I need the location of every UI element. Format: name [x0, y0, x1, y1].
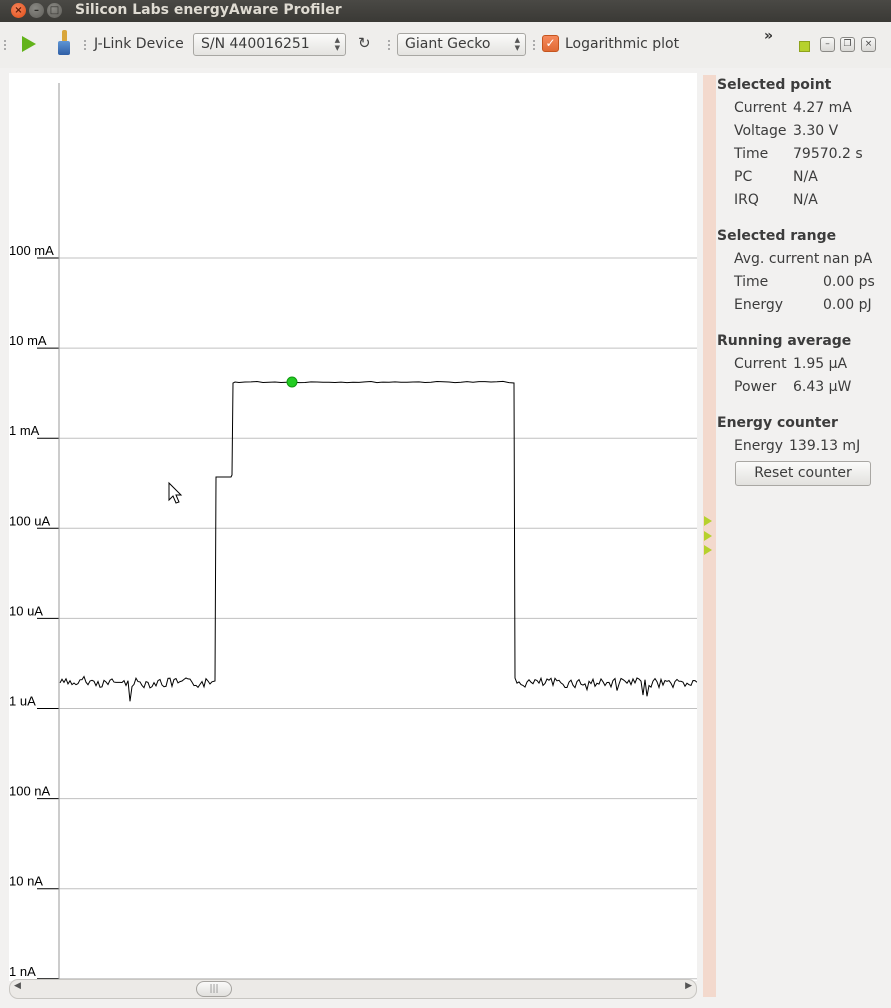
- toolbar-grip[interactable]: [4, 40, 6, 50]
- scroll-right-icon[interactable]: ▶: [685, 981, 692, 991]
- sr-energy-value: 0.00 pJ: [823, 297, 872, 313]
- marker-arrow-icon[interactable]: [704, 545, 712, 555]
- y-tick-label: 1 nA: [9, 964, 36, 979]
- plot-grid: [37, 257, 697, 980]
- sr-time-value: 0.00 ps: [823, 274, 875, 290]
- title-bar: × – □ Silicon Labs energyAware Profiler: [0, 0, 891, 22]
- ra-current-label: Current: [734, 356, 787, 372]
- toolbar-overflow-icon[interactable]: »: [764, 28, 773, 44]
- log-plot-checkbox[interactable]: ✓: [542, 35, 559, 52]
- y-tick-label: 100 uA: [9, 513, 51, 528]
- jlink-device-label: J-Link Device: [94, 36, 184, 52]
- connection-status-icon: [799, 41, 810, 52]
- window-maximize-button[interactable]: □: [47, 3, 62, 18]
- ra-power-label: Power: [734, 379, 777, 395]
- y-tick-label: 10 mA: [9, 333, 47, 348]
- target-family-value: Giant Gecko: [405, 36, 491, 52]
- y-tick-label: 100 mA: [9, 243, 54, 258]
- scroll-thumb[interactable]: |||: [196, 981, 232, 997]
- sr-energy-label: Energy: [734, 297, 784, 313]
- log-plot-label[interactable]: Logarithmic plot: [565, 36, 679, 52]
- selected-point-marker[interactable]: [286, 376, 298, 388]
- sr-avg-current-label: Avg. current: [734, 251, 820, 267]
- ec-energy-value: 139.13 mJ: [789, 438, 861, 454]
- horizontal-scrollbar[interactable]: ◀ ||| ▶: [9, 979, 697, 999]
- ec-energy-label: Energy: [734, 438, 784, 454]
- mouse-cursor-icon: [168, 481, 183, 504]
- sp-pc-value: N/A: [793, 169, 818, 185]
- device-serial-select[interactable]: S/N 440016251 ▲ ▼: [193, 33, 346, 56]
- sp-pc-label: PC: [734, 169, 753, 185]
- sp-time-value: 79570.2 s: [793, 146, 863, 162]
- sp-voltage-value: 3.30 V: [793, 123, 839, 139]
- energy-counter-title: Energy counter: [717, 415, 838, 431]
- sr-avg-current-value: nan pA: [823, 251, 873, 267]
- spin-arrows-icon: ▲ ▼: [514, 36, 520, 52]
- ra-power-value: 6.43 µW: [793, 379, 852, 395]
- refresh-icon[interactable]: ↻: [358, 34, 371, 52]
- sp-voltage-label: Voltage: [734, 123, 787, 139]
- window-close-button[interactable]: ×: [11, 3, 26, 18]
- reset-counter-button[interactable]: Reset counter: [735, 461, 871, 486]
- toolbar-grip[interactable]: [388, 40, 390, 50]
- sp-irq-value: N/A: [793, 192, 818, 208]
- selected-range-title: Selected range: [717, 228, 837, 244]
- sp-irq-label: IRQ: [734, 192, 759, 208]
- marker-arrow-icon[interactable]: [704, 531, 712, 541]
- clear-brush-icon[interactable]: [57, 30, 71, 56]
- toolbar-grip[interactable]: [84, 40, 86, 50]
- current-trace: [59, 380, 697, 702]
- sp-current-value: 4.27 mA: [793, 100, 852, 116]
- sp-current-label: Current: [734, 100, 787, 116]
- y-tick-label: 100 nA: [9, 784, 51, 799]
- current-plot[interactable]: 100 mA 10 mA 1 mA 100 uA 10 uA 1 uA 100 nA 10 n…: [9, 73, 697, 981]
- y-tick-label: 10 uA: [9, 603, 43, 618]
- mdi-close-button[interactable]: ×: [861, 37, 876, 52]
- mdi-minimize-button[interactable]: –: [820, 37, 835, 52]
- mdi-restore-button[interactable]: ❐: [840, 37, 855, 52]
- plot-canvas[interactable]: 100 mA 10 mA 1 mA 100 uA 10 uA 1 uA 100 nA 10 n…: [9, 73, 697, 981]
- sr-time-label: Time: [734, 274, 769, 290]
- selected-point-title: Selected point: [717, 77, 832, 93]
- ra-current-value: 1.95 µA: [793, 356, 848, 372]
- target-family-select[interactable]: Giant Gecko ▲ ▼: [397, 33, 526, 56]
- y-tick-label: 10 nA: [9, 874, 43, 889]
- sp-time-label: Time: [734, 146, 769, 162]
- y-tick-label: 1 uA: [9, 694, 36, 709]
- running-average-title: Running average: [717, 333, 852, 349]
- y-axis-labels: 100 mA 10 mA 1 mA 100 uA 10 uA 1 uA 100 nA 10 n…: [9, 243, 54, 979]
- marker-arrow-icon[interactable]: [704, 516, 712, 526]
- y-tick-label: 1 mA: [9, 423, 40, 438]
- window-title: Silicon Labs energyAware Profiler: [75, 2, 342, 18]
- toolbar: J-Link Device S/N 440016251 ▲ ▼ ↻ Giant G…: [0, 22, 891, 68]
- scroll-left-icon[interactable]: ◀: [14, 981, 21, 991]
- play-icon[interactable]: [22, 36, 36, 52]
- spin-arrows-icon: ▲ ▼: [334, 36, 340, 52]
- toolbar-grip[interactable]: [533, 40, 535, 50]
- device-serial-value: S/N 440016251: [201, 36, 310, 52]
- window-minimize-button[interactable]: –: [29, 3, 44, 18]
